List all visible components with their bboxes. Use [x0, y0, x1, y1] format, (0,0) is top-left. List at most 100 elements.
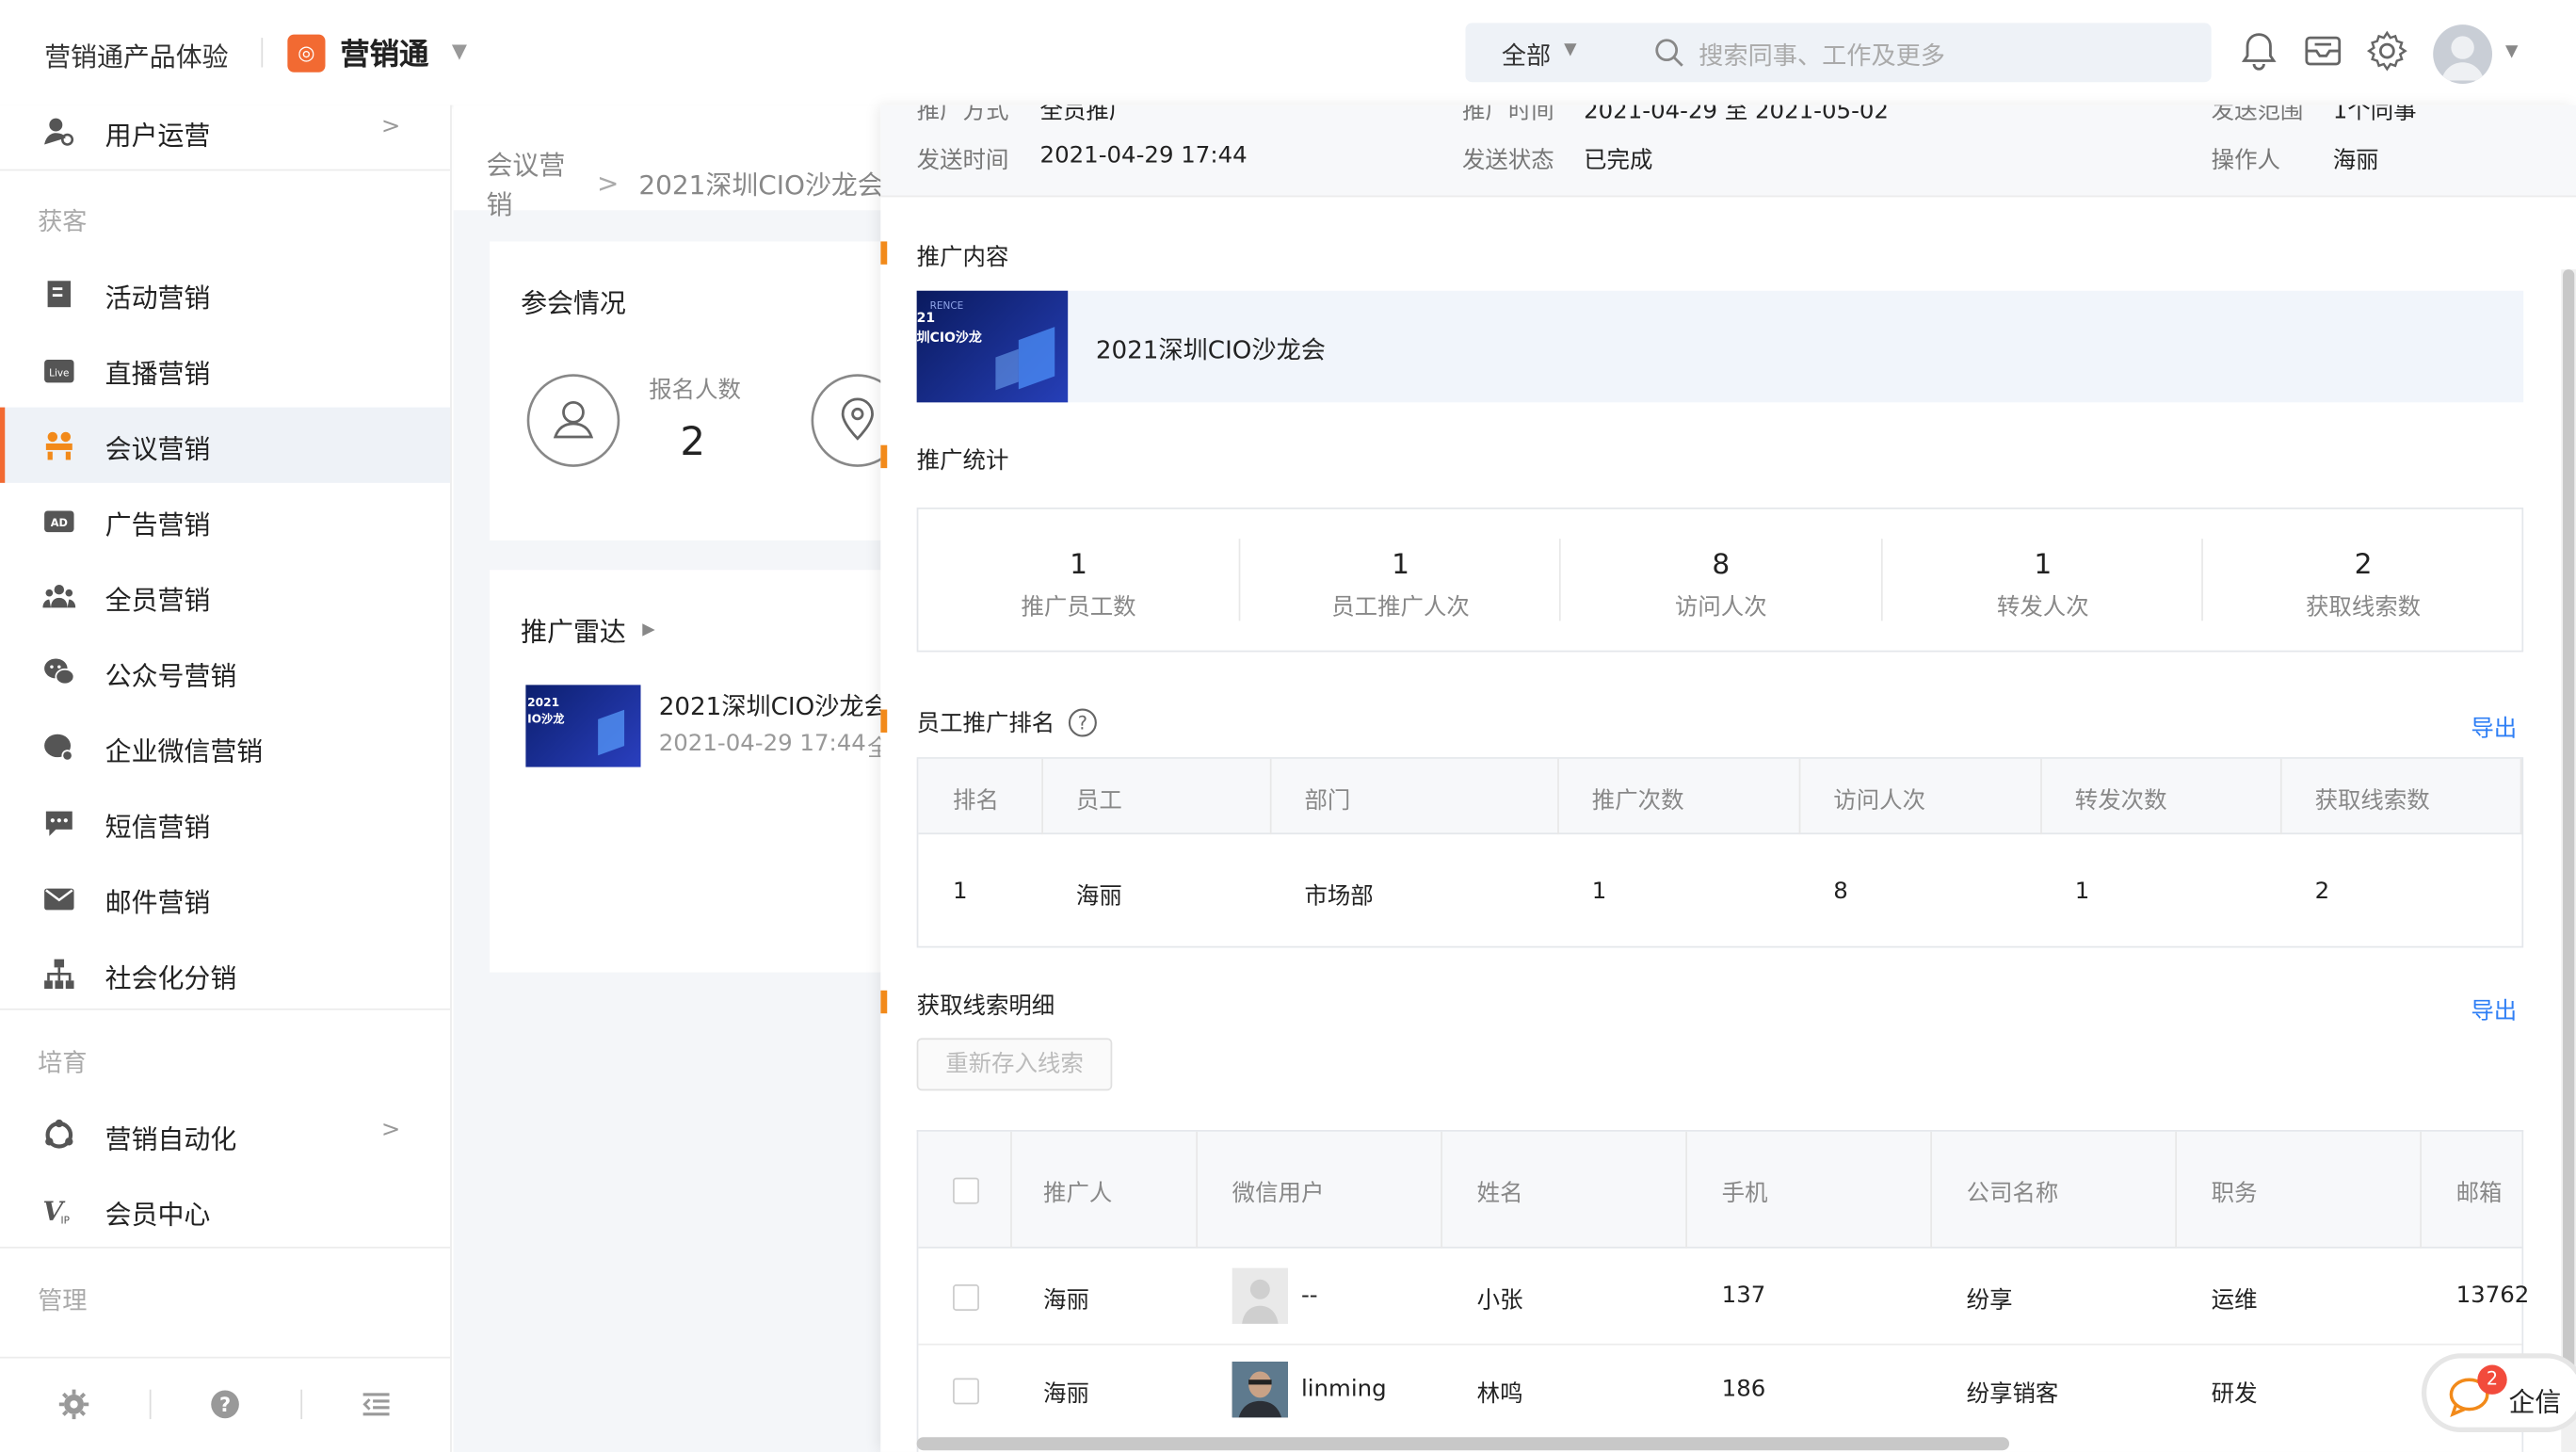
distribution-icon	[44, 959, 74, 990]
chat-label: 企信	[2508, 1386, 2562, 1418]
search-scope-select[interactable]: 全部	[1502, 38, 1551, 73]
select-all-checkbox[interactable]	[953, 1177, 979, 1204]
collapse-menu-icon[interactable]	[360, 1388, 393, 1421]
send-time-label: 发送时间	[916, 147, 1009, 174]
status-label: 发送状态	[1461, 147, 1554, 174]
svg-text:IP: IP	[61, 1216, 70, 1227]
rank-table: 排名 员工 部门 推广次数 访问人次 转发次数 获取线索数 1 海丽 市场部 1…	[916, 757, 2524, 948]
sidebar-item-label: 企业微信营销	[105, 735, 264, 767]
divider	[149, 1389, 152, 1420]
sidebar-item-label: 社会化分销	[105, 962, 237, 994]
chat-launcher[interactable]: 2 企信	[2421, 1353, 2576, 1433]
content-title: 推广内容	[916, 244, 1009, 271]
sidebar-item-user-ops[interactable]: 用户运营 >	[0, 93, 450, 169]
caret-right-icon: ▶	[642, 620, 655, 638]
divider	[0, 1246, 451, 1249]
column-header: 获取线索数	[2314, 788, 2430, 815]
sidebar-item-live[interactable]: Live 直播营销	[0, 331, 450, 407]
sidebar-item-distribution[interactable]: 社会化分销	[0, 936, 450, 1011]
export-rank-link[interactable]: 导出	[2471, 711, 2517, 744]
section-marker	[880, 241, 888, 265]
send-time-value: 2021-04-29 17:44	[1039, 142, 1248, 169]
radar-item-time: 2021-04-29 17:44	[658, 731, 866, 758]
help-icon[interactable]: ?	[1068, 708, 1097, 737]
chevron-down-icon[interactable]: ▼	[2505, 42, 2518, 60]
column-header: 排名	[953, 788, 999, 815]
radar-thumbnail[interactable]: 2021 IO沙龙	[525, 685, 641, 767]
inbox-icon[interactable]	[2302, 29, 2344, 72]
divider	[0, 1356, 451, 1359]
column-header: 访问人次	[1833, 788, 1926, 815]
content-thumbnail: RENCE 21 圳CIO沙龙	[916, 290, 1069, 403]
gear-icon[interactable]	[2366, 29, 2408, 72]
sidebar-item-label: 全员营销	[105, 584, 211, 617]
sidebar-item-label: 活动营销	[105, 282, 211, 315]
row-checkbox[interactable]	[953, 1378, 979, 1405]
wechat-icon	[44, 658, 75, 686]
leads-table: 推广人 微信用户 姓名 手机 公司名称 职务 邮箱 海丽 -- 小张 137 纷…	[916, 1130, 2529, 1452]
svg-text:?: ?	[219, 1394, 231, 1416]
sidebar-item-activity[interactable]: 活动营销	[0, 256, 450, 331]
signup-label: 报名人数	[649, 378, 741, 405]
brand-name[interactable]: 营销通	[340, 31, 428, 73]
row-checkbox[interactable]	[953, 1284, 979, 1311]
avatar[interactable]	[2433, 24, 2493, 84]
user-ops-icon	[44, 118, 74, 146]
chevron-right-icon: >	[597, 167, 620, 199]
column-header: 推广人	[1043, 1181, 1113, 1208]
product-title[interactable]: 营销通产品体验	[44, 35, 228, 74]
radar-title-link[interactable]: 推广雷达 ▶	[521, 609, 655, 649]
wechat-avatar	[1232, 1267, 1289, 1324]
sidebar-item-meeting[interactable]: 会议营销	[0, 407, 451, 483]
chevron-right-icon[interactable]: >	[381, 1117, 400, 1143]
horizontal-scrollbar[interactable]	[916, 1437, 2010, 1451]
column-header: 转发次数	[2074, 788, 2167, 815]
sidebar-item-vip[interactable]: V IP 会员中心	[0, 1172, 450, 1248]
sidebar-item-team[interactable]: 全员营销	[0, 558, 450, 634]
chevron-down-icon[interactable]: ▼	[452, 40, 467, 62]
sidebar-item-sms[interactable]: 短信营销	[0, 785, 450, 861]
stat-forwards: 1 转发人次	[1996, 548, 2089, 621]
chevron-right-icon[interactable]: >	[381, 113, 400, 139]
operator-label: 操作人	[2211, 147, 2280, 174]
attendance-card: 参会情况 报名人数 2	[489, 241, 917, 540]
help-icon[interactable]: ?	[209, 1388, 242, 1421]
bell-icon[interactable]	[2238, 29, 2280, 72]
meeting-icon	[45, 431, 72, 460]
settings-icon[interactable]	[57, 1388, 90, 1421]
sidebar-item-wechat[interactable]: 公众号营销	[0, 634, 450, 709]
sidebar-item-ad[interactable]: AD 广告营销	[0, 483, 450, 558]
sidebar-item-label: 用户运营	[105, 120, 211, 152]
sidebar-item-automation[interactable]: 营销自动化 >	[0, 1097, 450, 1172]
export-leads-link[interactable]: 导出	[2471, 993, 2517, 1026]
mail-icon	[44, 888, 74, 911]
content-item[interactable]: RENCE 21 圳CIO沙龙 2021深圳CIO沙龙会	[916, 290, 2524, 403]
header-divider	[261, 38, 264, 68]
section-acquire: 获客	[38, 206, 88, 237]
chevron-down-icon[interactable]: ▼	[1564, 41, 1576, 59]
brand-logo-icon: ◎	[287, 34, 326, 73]
person-icon	[526, 374, 620, 467]
status-value: 已完成	[1584, 147, 1653, 174]
sms-icon	[45, 811, 72, 836]
breadcrumb-item-meeting[interactable]: 会议营销	[486, 143, 577, 222]
method-label: 推广方式	[916, 105, 1009, 125]
column-header: 职务	[2211, 1181, 2258, 1208]
svg-text:Live: Live	[49, 367, 69, 379]
column-header: 微信用户	[1232, 1181, 1325, 1208]
radar-card: 推广雷达 ▶ 2021 IO沙龙 2021深圳CIO沙龙会 2021-04-29…	[489, 570, 917, 973]
sidebar-item-wecom[interactable]: 企业微信营销	[0, 710, 450, 785]
search-input[interactable]: 搜索同事、工作及更多	[1699, 38, 1945, 73]
sidebar-item-mail[interactable]: 邮件营销	[0, 861, 450, 936]
section-manage: 管理	[38, 1285, 88, 1316]
radar-item-title[interactable]: 2021深圳CIO沙龙会	[659, 688, 889, 723]
restore-leads-button[interactable]: 重新存入线索	[916, 1038, 1113, 1091]
svg-text:?: ?	[1078, 712, 1087, 734]
sidebar-item-label: 公众号营销	[105, 660, 237, 692]
stats-title: 推广统计	[916, 448, 1009, 476]
divider	[0, 1008, 451, 1010]
search-icon[interactable]	[1652, 36, 1685, 69]
vertical-scrollbar[interactable]	[2563, 269, 2575, 1420]
divider	[300, 1389, 303, 1420]
team-icon	[42, 584, 76, 608]
